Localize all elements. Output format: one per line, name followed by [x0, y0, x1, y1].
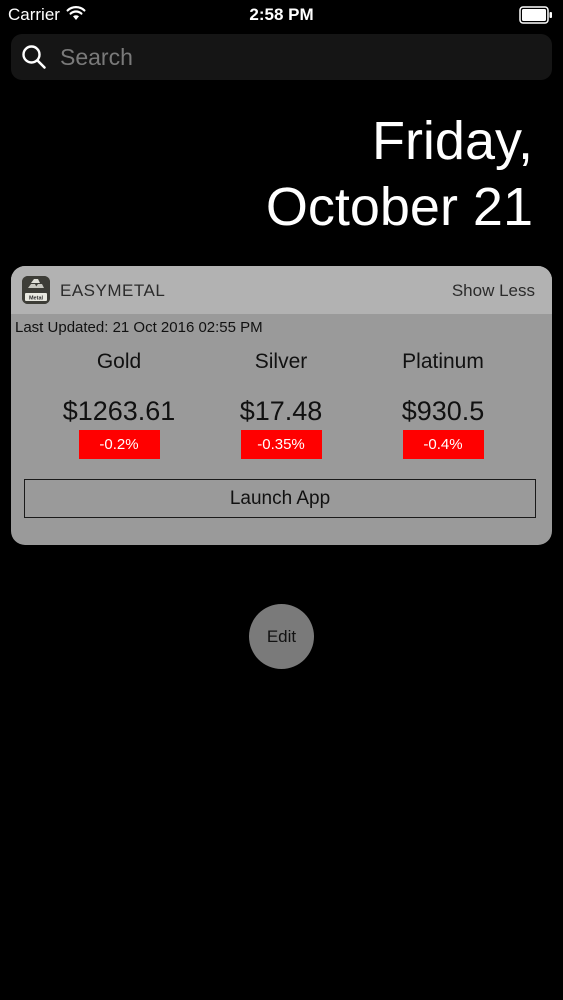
metal-price: $17.48	[239, 396, 323, 426]
status-time: 2:58 PM	[249, 5, 314, 24]
metal-change-badge: -0.35%	[240, 430, 322, 459]
app-icon-label: Metal	[29, 296, 44, 302]
status-bar: Carrier 2:58 PM	[0, 0, 563, 30]
easymetal-app-icon: Metal	[22, 276, 50, 304]
metal-column-platinum: Platinum $930.5 -0.4%	[363, 350, 523, 459]
last-updated-text: Last Updated: 21 Oct 2016 02:55 PM	[15, 319, 263, 336]
app-name: EASYMETAL	[60, 281, 166, 300]
easymetal-widget: Metal EASYMETAL Show Less Last Updated: …	[11, 266, 552, 545]
metal-name: Platinum	[402, 350, 484, 373]
metal-change-badge: -0.2%	[78, 430, 160, 459]
date-display: Friday, October 21	[266, 108, 533, 240]
search-bar[interactable]	[11, 34, 552, 80]
search-icon	[22, 45, 46, 69]
battery-icon	[519, 6, 552, 24]
search-input[interactable]	[60, 34, 540, 80]
date-month-day: October 21	[265, 177, 533, 237]
launch-app-button[interactable]: Launch App	[24, 479, 536, 518]
metal-column-gold: Gold $1263.61 -0.2%	[39, 350, 199, 459]
metal-name: Gold	[96, 350, 142, 373]
metal-name: Silver	[254, 350, 308, 373]
widget-header: Metal EASYMETAL Show Less	[11, 266, 552, 314]
metal-bars-icon: Metal	[22, 276, 50, 304]
metal-column-silver: Silver $17.48 -0.35%	[201, 350, 361, 459]
metal-change-badge: -0.4%	[402, 430, 484, 459]
date-weekday: Friday,	[371, 111, 533, 171]
show-less-button[interactable]: Show Less	[452, 281, 535, 301]
metal-price: $1263.61	[62, 396, 176, 426]
metal-price: $930.5	[401, 396, 485, 426]
edit-button[interactable]: Edit	[249, 604, 314, 669]
